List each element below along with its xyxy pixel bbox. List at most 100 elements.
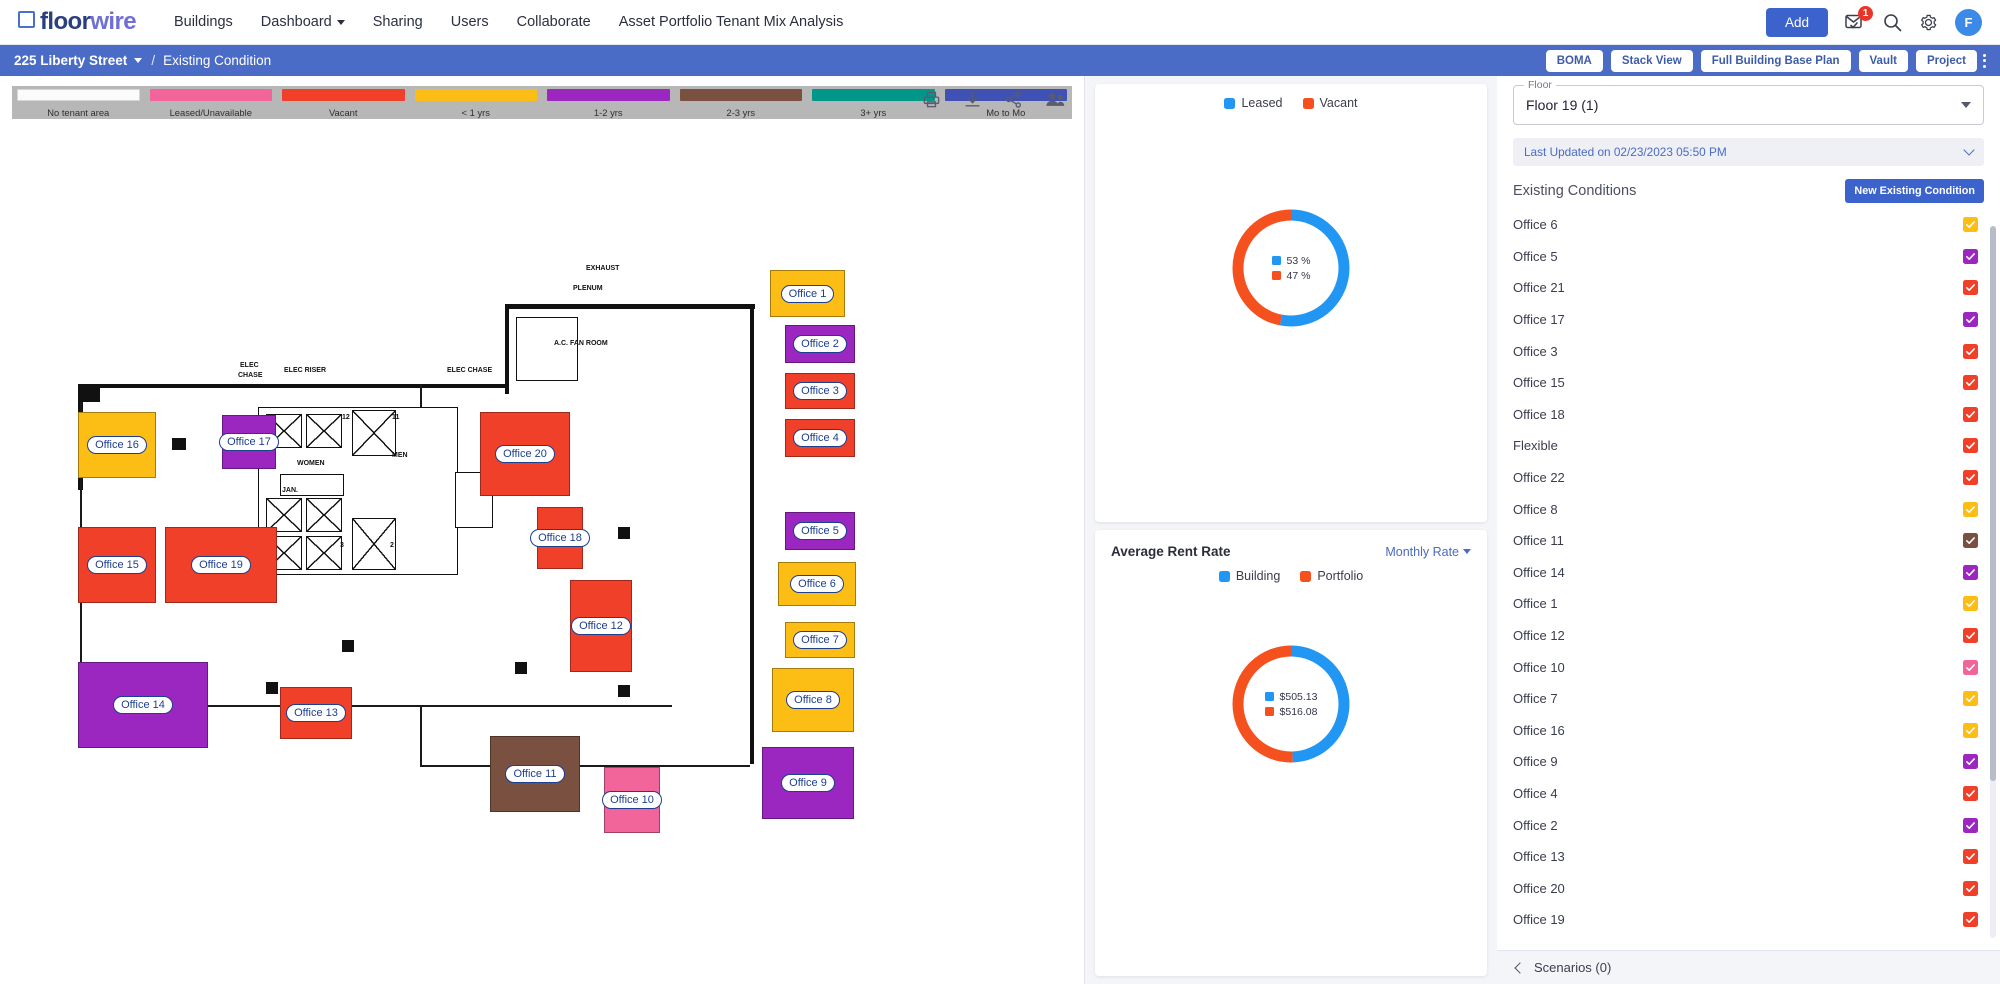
existing-condition-row[interactable]: Office 8 xyxy=(1513,493,1978,525)
download-icon[interactable] xyxy=(963,90,982,109)
list-scrollbar[interactable] xyxy=(1990,226,1996,938)
more-options-icon[interactable] xyxy=(1983,53,1986,68)
room-office-10[interactable]: Office 10 xyxy=(602,767,662,833)
nav-link-dashboard[interactable]: Dashboard xyxy=(261,14,345,30)
existing-condition-row[interactable]: Office 2 xyxy=(1513,809,1978,841)
room-office-6[interactable]: Office 6 xyxy=(778,562,856,606)
visibility-checkbox[interactable] xyxy=(1963,248,1978,264)
visibility-checkbox[interactable] xyxy=(1963,785,1978,801)
room-office-5[interactable]: Office 5 xyxy=(785,512,855,550)
new-existing-condition-button[interactable]: New Existing Condition xyxy=(1845,179,1984,203)
chart-legend-item[interactable]: Portfolio xyxy=(1300,569,1363,583)
visibility-checkbox[interactable] xyxy=(1963,564,1978,580)
room-office-9[interactable]: Office 9 xyxy=(762,747,854,819)
existing-condition-row[interactable]: Office 22 xyxy=(1513,462,1978,494)
room-office-1[interactable]: Office 1 xyxy=(770,270,845,317)
legend-item-4[interactable]: 1-2 yrs xyxy=(542,86,675,119)
chart-legend-item[interactable]: Leased xyxy=(1224,96,1283,110)
room-office-4[interactable]: Office 4 xyxy=(785,419,855,457)
visibility-checkbox[interactable] xyxy=(1963,817,1978,833)
room-office-17[interactable]: Office 17 xyxy=(219,415,279,469)
gear-icon[interactable] xyxy=(1919,13,1938,32)
existing-condition-row[interactable]: Office 5 xyxy=(1513,241,1978,273)
scenarios-bar[interactable]: Scenarios (0) xyxy=(1497,950,2000,984)
existing-condition-row[interactable]: Office 18 xyxy=(1513,399,1978,431)
boma-button[interactable]: BOMA xyxy=(1545,49,1603,72)
chart-legend-item[interactable]: Vacant xyxy=(1302,96,1358,110)
visibility-checkbox[interactable] xyxy=(1963,722,1978,738)
room-office-14[interactable]: Office 14 xyxy=(78,662,208,748)
room-office-16[interactable]: Office 16 xyxy=(78,412,156,478)
room-office-13[interactable]: Office 13 xyxy=(280,687,352,739)
nav-link-users[interactable]: Users xyxy=(451,14,489,30)
existing-condition-row[interactable]: Office 13 xyxy=(1513,841,1978,873)
room-office-8[interactable]: Office 8 xyxy=(772,668,854,732)
avatar[interactable]: F xyxy=(1955,8,1982,36)
app-logo[interactable]: floorwire xyxy=(18,8,137,36)
visibility-checkbox[interactable] xyxy=(1963,312,1978,328)
notifications-mail-icon[interactable]: 1 xyxy=(1845,6,1873,31)
people-icon[interactable] xyxy=(1045,90,1066,109)
room-office-3[interactable]: Office 3 xyxy=(785,373,855,409)
nav-link-asset-portfolio-tenant-mix-analysis[interactable]: Asset Portfolio Tenant Mix Analysis xyxy=(619,14,844,30)
legend-item-3[interactable]: < 1 yrs xyxy=(410,86,543,119)
visibility-checkbox[interactable] xyxy=(1963,438,1978,454)
existing-condition-row[interactable]: Office 6 xyxy=(1513,209,1978,241)
existing-condition-row[interactable]: Office 21 xyxy=(1513,272,1978,304)
last-updated-bar[interactable]: Last Updated on 02/23/2023 05:50 PM xyxy=(1513,138,1984,166)
visibility-checkbox[interactable] xyxy=(1963,691,1978,707)
visibility-checkbox[interactable] xyxy=(1963,880,1978,896)
nav-link-sharing[interactable]: Sharing xyxy=(373,14,423,30)
room-office-11[interactable]: Office 11 xyxy=(490,736,580,812)
visibility-checkbox[interactable] xyxy=(1963,406,1978,422)
visibility-checkbox[interactable] xyxy=(1963,343,1978,359)
visibility-checkbox[interactable] xyxy=(1963,375,1978,391)
room-office-7[interactable]: Office 7 xyxy=(785,622,855,658)
existing-condition-row[interactable]: Office 3 xyxy=(1513,335,1978,367)
existing-condition-row[interactable]: Office 10 xyxy=(1513,651,1978,683)
visibility-checkbox[interactable] xyxy=(1963,912,1978,928)
existing-condition-row[interactable]: Office 19 xyxy=(1513,904,1978,936)
visibility-checkbox[interactable] xyxy=(1963,280,1978,296)
room-office-20[interactable]: Office 20 xyxy=(480,412,570,496)
visibility-checkbox[interactable] xyxy=(1963,533,1978,549)
floorplan-drawing[interactable]: EXHAUST PLENUM A.C. FAN ROOM ELEC RISER ELEC… xyxy=(0,122,1084,984)
list-scrollbar-thumb[interactable] xyxy=(1990,226,1996,782)
existing-condition-row[interactable]: Office 14 xyxy=(1513,557,1978,589)
rent-donut-chart[interactable]: $505.13 $516.08 xyxy=(1229,642,1353,766)
visibility-checkbox[interactable] xyxy=(1963,628,1978,644)
existing-condition-row[interactable]: Office 20 xyxy=(1513,872,1978,904)
room-office-2[interactable]: Office 2 xyxy=(785,325,855,363)
monthly-rate-selector[interactable]: Monthly Rate xyxy=(1385,545,1471,559)
stack-view-button[interactable]: Stack View xyxy=(1610,49,1693,72)
room-office-18[interactable]: Office 18 xyxy=(530,507,590,569)
print-icon[interactable] xyxy=(922,90,941,109)
breadcrumb-building[interactable]: 225 Liberty Street xyxy=(14,53,127,68)
existing-condition-row[interactable]: Office 4 xyxy=(1513,778,1978,810)
existing-condition-row[interactable]: Office 16 xyxy=(1513,715,1978,747)
project-button[interactable]: Project xyxy=(1916,49,1977,72)
share-icon[interactable] xyxy=(1004,90,1023,109)
room-office-19[interactable]: Office 19 xyxy=(165,527,277,603)
existing-condition-row[interactable]: Office 9 xyxy=(1513,746,1978,778)
vault-button[interactable]: Vault xyxy=(1858,49,1908,72)
existing-condition-row[interactable]: Office 17 xyxy=(1513,304,1978,336)
visibility-checkbox[interactable] xyxy=(1963,754,1978,770)
visibility-checkbox[interactable] xyxy=(1963,217,1978,233)
existing-condition-row[interactable]: Office 12 xyxy=(1513,620,1978,652)
existing-condition-row[interactable]: Office 11 xyxy=(1513,525,1978,557)
legend-item-0[interactable]: No tenant area xyxy=(12,86,145,119)
visibility-checkbox[interactable] xyxy=(1963,501,1978,517)
chart-legend-item[interactable]: Building xyxy=(1218,569,1280,583)
visibility-checkbox[interactable] xyxy=(1963,596,1978,612)
visibility-checkbox[interactable] xyxy=(1963,659,1978,675)
existing-condition-row[interactable]: Office 7 xyxy=(1513,683,1978,715)
occupancy-donut-chart[interactable]: 53 % 47 % xyxy=(1229,206,1353,330)
legend-item-1[interactable]: Leased/Unavailable xyxy=(145,86,278,119)
add-button[interactable]: Add xyxy=(1765,7,1828,37)
chevron-down-icon[interactable] xyxy=(134,58,143,63)
nav-link-collaborate[interactable]: Collaborate xyxy=(517,14,591,30)
floor-select[interactable]: Floor Floor 19 (1) xyxy=(1513,79,1984,125)
visibility-checkbox[interactable] xyxy=(1963,470,1978,486)
legend-item-2[interactable]: Vacant xyxy=(277,86,410,119)
